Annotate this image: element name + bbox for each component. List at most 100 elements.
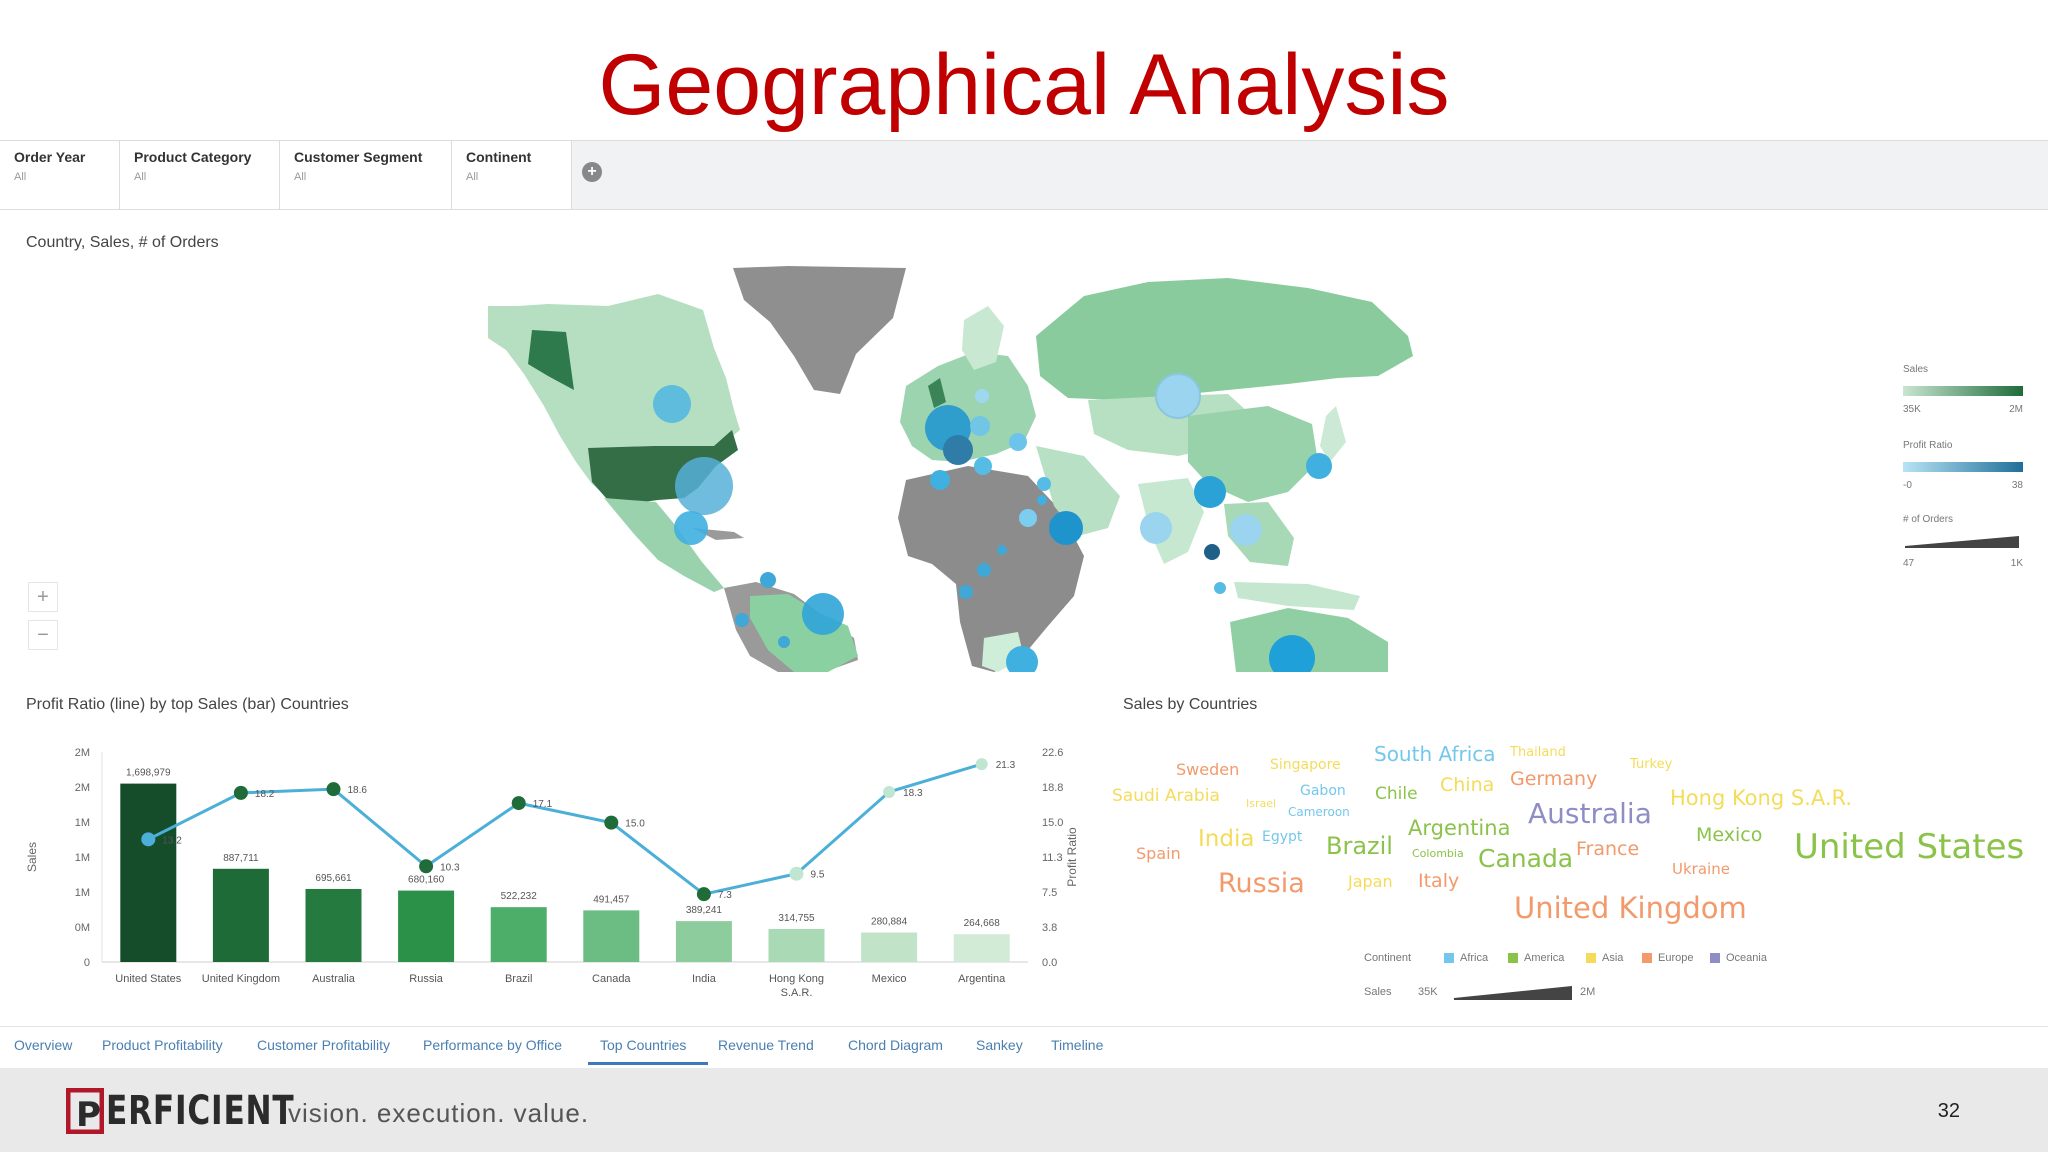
word-mexico[interactable]: Mexico [1696,826,1762,845]
word-colombia[interactable]: Colombia [1412,848,1464,859]
word-ukraine[interactable]: Ukraine [1672,862,1730,877]
word-israel[interactable]: Israel [1246,798,1276,809]
bar-value-label: 264,668 [964,918,1001,929]
profit-ratio-point [233,785,248,800]
word-italy[interactable]: Italy [1418,872,1459,891]
word-cameroon[interactable]: Cameroon [1288,806,1350,818]
bar-brazil [490,907,547,962]
line-value-label: 18.2 [255,789,275,800]
word-egypt[interactable]: Egypt [1262,830,1302,844]
slide-title: Geographical Analysis [598,37,1450,133]
filter-value: All [294,171,307,183]
profit-ratio-point [141,832,156,847]
word-spain[interactable]: Spain [1136,846,1181,862]
word-australia[interactable]: Australia [1528,800,1652,828]
profit-ratio-point [419,859,434,874]
y-tick-label: 2M [75,747,90,759]
bubble-israel [1037,495,1047,505]
y-axis-label: Sales [25,842,39,872]
zoom-out-button[interactable]: − [28,620,58,650]
tab-timeline[interactable]: Timeline [1051,1037,1103,1053]
profit-ratio-point [326,782,341,797]
cloud-sales-max: 2M [1580,986,1596,998]
legend-profit-gradient [1903,462,2023,472]
legend-orders-max: 1K [2010,558,2023,569]
word-germany[interactable]: Germany [1510,770,1597,789]
bar-value-label: 680,160 [408,875,445,886]
word-united-kingdom[interactable]: United Kingdom [1514,894,1747,923]
map-region-japan [1320,406,1346,462]
tab-sankey[interactable]: Sankey [976,1037,1023,1053]
word-hong-kong-s-a-r-[interactable]: Hong Kong S.A.R. [1670,788,1852,809]
tab-customer-profitability[interactable]: Customer Profitability [257,1037,390,1053]
legend-sales-max: 2M [2009,404,2023,415]
bubble-thailand [1204,544,1220,560]
word-canada[interactable]: Canada [1478,846,1573,871]
x-tick-label: Australia [312,973,356,985]
profit-sales-chart[interactable]: 2M 2M 1M 1M 1M 0M 0 22.6 18.8 15.0 11.3 7.5 3.8 0.0 Sa… [20,730,1090,1022]
zoom-in-button[interactable]: + [28,582,58,612]
add-filter-icon[interactable]: + [582,162,602,182]
bubble-saudi [1049,511,1083,545]
bar-value-label: 1,698,979 [126,768,171,779]
word-united-states[interactable]: United States [1794,830,2024,864]
continent-swatch-europe[interactable] [1642,953,1652,963]
continent-swatch-oceania[interactable] [1710,953,1720,963]
tab-revenue-trend[interactable]: Revenue Trend [718,1037,814,1053]
bubble-japan [1306,453,1332,479]
bar-argentina [953,934,1010,962]
profit-ratio-point [604,815,619,830]
bar-panel-title: Profit Ratio (line) by top Sales (bar) C… [26,696,349,713]
tab-product-profitability[interactable]: Product Profitability [102,1037,223,1053]
y-tick-label: 2M [75,782,90,794]
filter-order-year[interactable]: Order Year All [0,141,120,209]
profit-ratio-point [789,866,804,881]
bar-value-label: 695,661 [315,873,352,884]
filter-label: Continent [466,149,532,165]
tab-overview[interactable]: Overview [14,1037,72,1053]
tab-top-countries[interactable]: Top Countries [600,1037,686,1053]
word-brazil[interactable]: Brazil [1326,834,1393,858]
active-tab-indicator [588,1062,708,1065]
bubble-usa [675,457,733,515]
continent-swatch-africa[interactable] [1444,953,1454,963]
filter-customer-segment[interactable]: Customer Segment All [280,141,452,209]
bubble-sweden [975,389,989,403]
word-france[interactable]: France [1576,840,1639,859]
word-south-africa[interactable]: South Africa [1374,744,1496,764]
bubble-china [1194,476,1226,508]
bar-value-label: 522,232 [501,891,538,902]
filter-continent[interactable]: Continent All [452,141,572,209]
bar-india [675,921,732,962]
word-sweden[interactable]: Sweden [1176,762,1239,778]
x-tick-label: Russia [409,973,444,985]
continent-swatch-asia[interactable] [1586,953,1596,963]
continent-legend-item: Oceania [1726,952,1767,964]
word-india[interactable]: India [1198,828,1254,851]
word-thailand[interactable]: Thailand [1510,746,1566,759]
word-argentina[interactable]: Argentina [1408,818,1510,839]
word-japan[interactable]: Japan [1348,874,1393,890]
continent-swatch-america[interactable] [1508,953,1518,963]
bar-mexico [861,932,918,962]
line-value-label: 18.3 [903,788,923,799]
x-tick-label: Hong Kong [769,973,824,985]
word-chile[interactable]: Chile [1375,786,1418,803]
profit-ratio-point [696,887,711,902]
filter-product-category[interactable]: Product Category All [120,141,280,209]
tab-chord-diagram[interactable]: Chord Diagram [848,1037,943,1053]
line-value-label: 10.3 [440,862,460,873]
legend-profit-min: -0 [1903,480,1912,491]
y2-tick-label: 3.8 [1042,922,1057,934]
word-saudi-arabia[interactable]: Saudi Arabia [1112,788,1220,805]
word-china[interactable]: China [1440,776,1494,795]
word-turkey[interactable]: Turkey [1630,758,1672,771]
word-russia[interactable]: Russia [1218,870,1305,897]
word-gabon[interactable]: Gabon [1300,784,1346,798]
world-map[interactable] [488,266,1413,672]
bubble-spain [930,470,950,490]
y2-tick-label: 15.0 [1042,817,1063,829]
tab-performance-by-office[interactable]: Performance by Office [423,1037,562,1053]
y2-tick-label: 22.6 [1042,747,1063,759]
word-singapore[interactable]: Singapore [1270,758,1341,772]
